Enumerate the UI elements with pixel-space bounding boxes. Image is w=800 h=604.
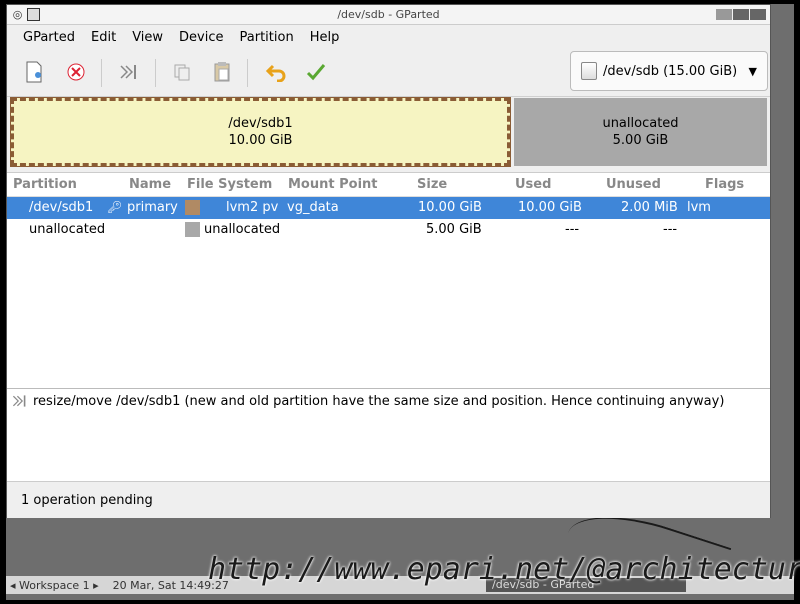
copy-button[interactable] [167,57,197,87]
chevron-down-icon: ▼ [748,64,757,78]
paste-button[interactable] [207,57,237,87]
operation-item[interactable]: resize/move /dev/sdb1 (new and old parti… [11,393,724,409]
col-flags[interactable]: Flags [705,177,744,192]
toolbar: /dev/sdb (15.00 GiB) ▼ [7,49,770,97]
cell-partition: unallocated [29,222,106,237]
copy-icon [174,64,190,81]
apply-button[interactable] [301,57,331,87]
cell-unused: 2.00 MiB [621,200,678,215]
partition-block-size: 5.00 GiB [612,133,669,148]
new-partition-button[interactable] [19,57,49,87]
operation-text: resize/move /dev/sdb1 (new and old parti… [33,393,725,409]
gparted-window: ◎ /dev/sdb - GParted GParted Edit View D… [6,4,771,518]
menu-help[interactable]: Help [302,30,348,45]
table-row[interactable]: /dev/sdb1 🔑︎ primary lvm2 pv vg_data 10.… [7,197,770,219]
cell-size: 10.00 GiB [418,200,482,215]
menu-bar: GParted Edit View Device Partition Help [7,25,770,49]
table-header: Partition Name File System Mount Point S… [7,173,770,197]
col-name[interactable]: Name [129,177,171,192]
paste-icon [214,62,230,82]
title-bar: ◎ /dev/sdb - GParted [7,5,770,25]
cell-filesystem: lvm2 pv [226,200,279,215]
menu-device[interactable]: Device [171,30,231,45]
window-title: /dev/sdb - GParted [337,8,440,21]
undo-icon [265,64,286,82]
cell-used: --- [565,222,580,237]
status-bar: 1 operation pending [7,482,770,518]
workspace-switcher[interactable]: ◂ Workspace 1 ▸ [6,579,99,592]
delete-icon [67,63,85,81]
maximize-button[interactable] [733,9,749,20]
cell-flags: lvm [687,200,711,215]
operations-log: resize/move /dev/sdb1 (new and old parti… [7,388,770,482]
new-icon [26,61,42,83]
undo-button[interactable] [261,57,291,87]
cell-used: 10.00 GiB [518,200,582,215]
close-button[interactable] [750,9,766,20]
col-partition[interactable]: Partition [13,177,77,192]
resize-move-icon [12,395,26,407]
apply-icon [306,64,326,81]
window-buttons [716,9,766,20]
menu-edit[interactable]: Edit [83,30,124,45]
minimize-button[interactable] [716,9,732,20]
device-selector-label: /dev/sdb (15.00 GiB) [603,63,738,79]
col-size[interactable]: Size [417,177,447,192]
partition-map: /dev/sdb1 10.00 GiB unallocated 5.00 GiB [10,97,767,167]
cell-filesystem: unallocated [204,222,281,237]
toolbar-separator [155,59,156,87]
disk-icon [581,62,597,80]
toolbar-separator [101,59,102,87]
col-mount-point[interactable]: Mount Point [288,177,378,192]
partition-table: Partition Name File System Mount Point S… [7,172,770,389]
menu-partition[interactable]: Partition [232,30,302,45]
fs-color-swatch [185,222,200,237]
delete-partition-button[interactable] [61,57,91,87]
col-unused[interactable]: Unused [606,177,661,192]
partition-block-size: 10.00 GiB [228,133,293,148]
resize-move-button[interactable] [113,57,143,87]
cell-partition: /dev/sdb1 [29,200,94,215]
status-text: 1 operation pending [21,492,153,508]
toolbar-separator [247,59,248,87]
partition-block-name: /dev/sdb1 [228,116,293,131]
watermark: http://www.epari.net/@architecture [208,552,800,587]
cell-name: primary [127,200,178,215]
cell-mount: vg_data [287,200,339,215]
col-used[interactable]: Used [515,177,551,192]
cell-unused: --- [663,222,678,237]
partition-block-unallocated[interactable]: unallocated 5.00 GiB [514,98,767,166]
fs-color-swatch [185,200,200,215]
device-selector[interactable]: /dev/sdb (15.00 GiB) ▼ [570,51,768,91]
col-filesystem[interactable]: File System [187,177,272,192]
partition-block-sdb1[interactable]: /dev/sdb1 10.00 GiB [10,97,511,167]
cell-size: 5.00 GiB [426,222,482,237]
key-icon: 🔑︎ [107,200,123,214]
menu-gparted[interactable]: GParted [15,30,83,45]
menu-view[interactable]: View [124,30,171,45]
resize-move-icon [120,65,136,79]
table-row[interactable]: unallocated unallocated 5.00 GiB --- --- [7,219,770,241]
partition-block-name: unallocated [602,116,679,131]
